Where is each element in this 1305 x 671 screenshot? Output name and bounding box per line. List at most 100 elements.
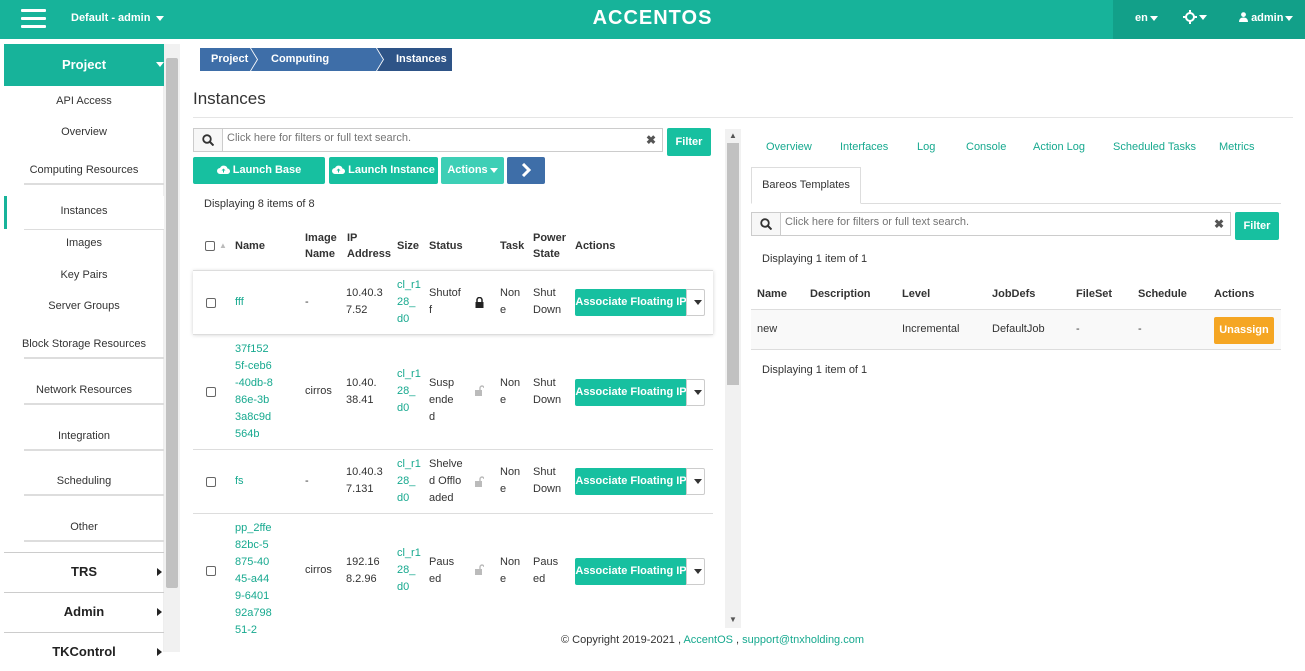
instance-name-link[interactable]: fs [235, 473, 244, 490]
tab-action-log[interactable]: Action Log [1033, 141, 1085, 153]
row-actions-dropdown[interactable] [686, 558, 705, 585]
flavor-link[interactable]: cl_r128_d0 [397, 545, 421, 596]
bareos-search-input[interactable] [785, 216, 1165, 228]
unlock-icon[interactable] [475, 385, 484, 396]
support-email-link[interactable]: support@tnxholding.com [742, 634, 864, 646]
instance-name-link[interactable]: pp_2ffe82bc-5875-4045-a449-640192a79851-… [235, 520, 273, 639]
col-level[interactable]: Level [902, 286, 930, 302]
row-checkbox[interactable] [206, 298, 216, 308]
col-ip-address[interactable]: IP Address [347, 230, 391, 262]
sidebar-item-other[interactable]: Other [4, 521, 164, 533]
launch-base-instance-button[interactable]: Launch Base Instance [193, 157, 325, 203]
col-name[interactable]: Name [235, 238, 265, 254]
scroll-up-icon[interactable]: ▲ [729, 131, 737, 140]
breadcrumb-project[interactable]: Project [201, 48, 248, 71]
flavor-link[interactable]: cl_r128_d0 [397, 366, 421, 417]
sidebar-item-block-storage[interactable]: Block Storage Resources [4, 338, 164, 350]
unassign-button[interactable]: Unassign [1214, 317, 1274, 344]
row-actions-dropdown[interactable] [686, 379, 705, 406]
col-image-name[interactable]: Image Name [305, 230, 341, 262]
sidebar-scrollbar-thumb[interactable] [166, 58, 178, 588]
sidebar-item-network-resources[interactable]: Network Resources [4, 384, 164, 396]
tab-bareos-templates[interactable]: Bareos Templates [751, 167, 861, 204]
instances-filter-button[interactable]: Filter [667, 128, 711, 156]
associate-floating-ip-button[interactable]: Associate Floating IP [575, 558, 687, 585]
table-row[interactable]: pp_2ffe82bc-5875-4045-a449-640192a79851-… [193, 513, 713, 636]
sidebar-item-key-pairs[interactable]: Key Pairs [4, 269, 164, 281]
user-menu[interactable]: admin [1239, 12, 1294, 24]
bareos-schedule: - [1138, 323, 1142, 335]
sidebar-group-admin[interactable]: Admin [4, 592, 164, 630]
bareos-filter-button[interactable]: Filter [1235, 212, 1279, 240]
associate-floating-ip-button[interactable]: Associate Floating IP [575, 289, 687, 316]
chevron-down-icon [694, 390, 702, 395]
row-actions-dropdown[interactable] [686, 289, 705, 316]
col-task[interactable]: Task [500, 238, 524, 254]
brand-link[interactable]: AccentOS [683, 634, 733, 646]
row-checkbox[interactable] [206, 477, 216, 487]
instances-count: Displaying 8 items of 8 [204, 198, 315, 210]
flavor-link[interactable]: cl_r128_d0 [397, 456, 421, 507]
sidebar-item-integration[interactable]: Integration [4, 430, 164, 442]
tab-interfaces[interactable]: Interfaces [840, 141, 888, 153]
next-button[interactable] [507, 157, 545, 184]
unlock-icon[interactable] [475, 476, 484, 487]
lock-icon[interactable] [475, 297, 484, 308]
associate-floating-ip-button[interactable]: Associate Floating IP [575, 468, 687, 495]
col-description[interactable]: Description [810, 286, 871, 302]
row-checkbox[interactable] [206, 566, 216, 576]
divider [24, 403, 164, 405]
table-row[interactable]: 37f1525f-ceb6-40db-886e-3b3a8c9d564b cir… [193, 334, 713, 449]
clear-icon[interactable]: ✖ [1214, 217, 1224, 231]
sidebar-group-trs[interactable]: TRS [4, 552, 164, 590]
image-name: - [305, 475, 309, 487]
col-fileset[interactable]: FileSet [1076, 286, 1112, 302]
col-name[interactable]: Name [757, 286, 787, 302]
sidebar-group-label: TRS [71, 564, 97, 579]
select-all-checkbox[interactable] [205, 241, 215, 251]
sidebar-item-api-access[interactable]: API Access [4, 95, 164, 107]
instance-name-link[interactable]: fff [235, 294, 244, 311]
clear-icon[interactable]: ✖ [646, 133, 656, 147]
col-power-state[interactable]: Power State [533, 230, 569, 262]
col-jobdefs[interactable]: JobDefs [992, 286, 1035, 302]
col-status[interactable]: Status [429, 238, 463, 254]
table-row[interactable]: fs - 10.40.37.131 cl_r128_d0 Shelved Off… [193, 449, 713, 513]
launch-instance-button[interactable]: Launch Instance [329, 157, 438, 184]
divider [24, 183, 164, 185]
sidebar-item-images[interactable]: Images [4, 237, 164, 249]
actions-button[interactable]: Actions [441, 157, 504, 184]
sidebar-project[interactable]: Project [4, 44, 164, 86]
instance-name-link[interactable]: 37f1525f-ceb6-40db-886e-3b3a8c9d564b [235, 341, 273, 443]
associate-floating-ip-button[interactable]: Associate Floating IP [575, 379, 687, 406]
bareos-count: Displaying 1 item of 1 [762, 253, 868, 265]
page-title: Instances [193, 89, 266, 108]
col-schedule[interactable]: Schedule [1138, 286, 1187, 302]
col-size[interactable]: Size [397, 238, 419, 254]
sidebar-item-instances[interactable]: Instances [4, 205, 164, 217]
table-row[interactable]: new Incremental DefaultJob - - Unassign [751, 309, 1281, 350]
breadcrumb-instances[interactable]: Instances [386, 48, 447, 71]
tab-overview[interactable]: Overview [766, 141, 812, 153]
tab-console[interactable]: Console [966, 141, 1006, 153]
unlock-icon[interactable] [475, 564, 484, 575]
sidebar-item-scheduling[interactable]: Scheduling [4, 475, 164, 487]
instances-search-input[interactable] [227, 132, 607, 144]
flavor-link[interactable]: cl_r128_d0 [397, 277, 421, 328]
sidebar-item-computing-resources[interactable]: Computing Resources [4, 164, 164, 176]
scroll-down-icon[interactable]: ▼ [729, 615, 737, 624]
sidebar-item-server-groups[interactable]: Server Groups [4, 300, 164, 312]
settings-menu[interactable] [1183, 10, 1207, 24]
language-selector[interactable]: en [1135, 12, 1158, 24]
task: None [500, 287, 521, 316]
row-checkbox[interactable] [206, 387, 216, 397]
tab-log[interactable]: Log [917, 141, 935, 153]
table-row[interactable]: fff - 10.40.37.52 cl_r128_d0 Shutoff Non… [193, 270, 713, 334]
tab-scheduled-tasks[interactable]: Scheduled Tasks [1113, 141, 1196, 153]
chevron-right-icon [157, 568, 162, 576]
breadcrumb-computing-resources[interactable]: Computing Resources [261, 48, 329, 88]
tab-metrics[interactable]: Metrics [1219, 141, 1254, 153]
sidebar-item-overview[interactable]: Overview [4, 126, 164, 138]
row-actions-dropdown[interactable] [686, 468, 705, 495]
instances-scrollbar-thumb[interactable] [727, 143, 739, 385]
